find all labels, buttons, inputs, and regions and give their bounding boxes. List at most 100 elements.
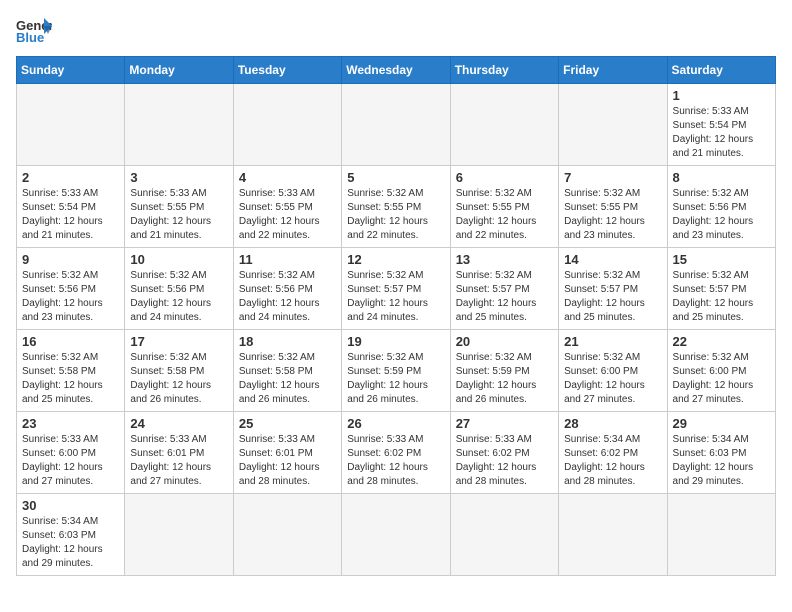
day-number: 1 (673, 88, 770, 103)
day-number: 25 (239, 416, 336, 431)
day-info: Sunrise: 5:34 AMSunset: 6:02 PMDaylight:… (564, 433, 661, 489)
day-info: Sunrise: 5:32 AMSunset: 5:56 PMDaylight:… (22, 269, 119, 325)
day-cell: 22 Sunrise: 5:32 AMSunset: 6:00 PMDaylig… (667, 330, 775, 412)
day-info: Sunrise: 5:33 AMSunset: 6:01 PMDaylight:… (239, 433, 336, 489)
day-number: 23 (22, 416, 119, 431)
day-number: 4 (239, 170, 336, 185)
day-number: 15 (673, 252, 770, 267)
day-cell: 25 Sunrise: 5:33 AMSunset: 6:01 PMDaylig… (233, 412, 341, 494)
day-cell: 6 Sunrise: 5:32 AMSunset: 5:55 PMDayligh… (450, 166, 558, 248)
day-number: 17 (130, 334, 227, 349)
day-number: 27 (456, 416, 553, 431)
day-number: 24 (130, 416, 227, 431)
day-info: Sunrise: 5:32 AMSunset: 6:00 PMDaylight:… (673, 351, 770, 407)
day-cell: 24 Sunrise: 5:33 AMSunset: 6:01 PMDaylig… (125, 412, 233, 494)
calendar-row: 30 Sunrise: 5:34 AMSunset: 6:03 PMDaylig… (17, 494, 776, 576)
empty-cell (125, 494, 233, 576)
day-number: 20 (456, 334, 553, 349)
day-number: 7 (564, 170, 661, 185)
day-number: 14 (564, 252, 661, 267)
day-cell: 21 Sunrise: 5:32 AMSunset: 6:00 PMDaylig… (559, 330, 667, 412)
day-cell: 5 Sunrise: 5:32 AMSunset: 5:55 PMDayligh… (342, 166, 450, 248)
day-info: Sunrise: 5:32 AMSunset: 5:59 PMDaylight:… (347, 351, 444, 407)
day-info: Sunrise: 5:32 AMSunset: 5:58 PMDaylight:… (22, 351, 119, 407)
calendar-row: 23 Sunrise: 5:33 AMSunset: 6:00 PMDaylig… (17, 412, 776, 494)
day-cell: 17 Sunrise: 5:32 AMSunset: 5:58 PMDaylig… (125, 330, 233, 412)
empty-cell (450, 84, 558, 166)
day-cell: 1 Sunrise: 5:33 AMSunset: 5:54 PMDayligh… (667, 84, 775, 166)
day-number: 6 (456, 170, 553, 185)
page-header: General Blue (16, 16, 776, 46)
day-number: 8 (673, 170, 770, 185)
day-number: 21 (564, 334, 661, 349)
day-number: 13 (456, 252, 553, 267)
empty-cell (559, 494, 667, 576)
day-info: Sunrise: 5:33 AMSunset: 5:54 PMDaylight:… (673, 105, 770, 161)
calendar-row: 16 Sunrise: 5:32 AMSunset: 5:58 PMDaylig… (17, 330, 776, 412)
day-cell: 8 Sunrise: 5:32 AMSunset: 5:56 PMDayligh… (667, 166, 775, 248)
calendar-table: Sunday Monday Tuesday Wednesday Thursday… (16, 56, 776, 576)
day-info: Sunrise: 5:32 AMSunset: 6:00 PMDaylight:… (564, 351, 661, 407)
day-number: 30 (22, 498, 119, 513)
day-cell: 20 Sunrise: 5:32 AMSunset: 5:59 PMDaylig… (450, 330, 558, 412)
logo-icon: General Blue (16, 16, 52, 46)
empty-cell (559, 84, 667, 166)
day-cell: 28 Sunrise: 5:34 AMSunset: 6:02 PMDaylig… (559, 412, 667, 494)
empty-cell (667, 494, 775, 576)
day-info: Sunrise: 5:32 AMSunset: 5:55 PMDaylight:… (347, 187, 444, 243)
day-cell: 12 Sunrise: 5:32 AMSunset: 5:57 PMDaylig… (342, 248, 450, 330)
day-number: 19 (347, 334, 444, 349)
day-number: 9 (22, 252, 119, 267)
day-info: Sunrise: 5:33 AMSunset: 6:02 PMDaylight:… (347, 433, 444, 489)
day-cell: 4 Sunrise: 5:33 AMSunset: 5:55 PMDayligh… (233, 166, 341, 248)
day-cell: 29 Sunrise: 5:34 AMSunset: 6:03 PMDaylig… (667, 412, 775, 494)
day-info: Sunrise: 5:32 AMSunset: 5:56 PMDaylight:… (130, 269, 227, 325)
day-info: Sunrise: 5:33 AMSunset: 6:00 PMDaylight:… (22, 433, 119, 489)
logo: General Blue (16, 16, 52, 46)
day-info: Sunrise: 5:32 AMSunset: 5:57 PMDaylight:… (347, 269, 444, 325)
header-saturday: Saturday (667, 57, 775, 84)
calendar-row: 1 Sunrise: 5:33 AMSunset: 5:54 PMDayligh… (17, 84, 776, 166)
day-info: Sunrise: 5:32 AMSunset: 5:55 PMDaylight:… (564, 187, 661, 243)
day-info: Sunrise: 5:32 AMSunset: 5:57 PMDaylight:… (673, 269, 770, 325)
day-number: 29 (673, 416, 770, 431)
day-info: Sunrise: 5:32 AMSunset: 5:58 PMDaylight:… (130, 351, 227, 407)
day-info: Sunrise: 5:33 AMSunset: 5:55 PMDaylight:… (130, 187, 227, 243)
day-info: Sunrise: 5:32 AMSunset: 5:56 PMDaylight:… (673, 187, 770, 243)
empty-cell (233, 494, 341, 576)
day-cell: 23 Sunrise: 5:33 AMSunset: 6:00 PMDaylig… (17, 412, 125, 494)
day-info: Sunrise: 5:33 AMSunset: 5:54 PMDaylight:… (22, 187, 119, 243)
header-tuesday: Tuesday (233, 57, 341, 84)
day-cell: 7 Sunrise: 5:32 AMSunset: 5:55 PMDayligh… (559, 166, 667, 248)
day-info: Sunrise: 5:32 AMSunset: 5:56 PMDaylight:… (239, 269, 336, 325)
day-number: 22 (673, 334, 770, 349)
day-number: 12 (347, 252, 444, 267)
day-cell: 19 Sunrise: 5:32 AMSunset: 5:59 PMDaylig… (342, 330, 450, 412)
header-wednesday: Wednesday (342, 57, 450, 84)
calendar-row: 9 Sunrise: 5:32 AMSunset: 5:56 PMDayligh… (17, 248, 776, 330)
header-sunday: Sunday (17, 57, 125, 84)
day-cell: 18 Sunrise: 5:32 AMSunset: 5:58 PMDaylig… (233, 330, 341, 412)
day-number: 18 (239, 334, 336, 349)
day-info: Sunrise: 5:33 AMSunset: 5:55 PMDaylight:… (239, 187, 336, 243)
day-number: 2 (22, 170, 119, 185)
header-friday: Friday (559, 57, 667, 84)
day-cell: 15 Sunrise: 5:32 AMSunset: 5:57 PMDaylig… (667, 248, 775, 330)
day-info: Sunrise: 5:33 AMSunset: 6:01 PMDaylight:… (130, 433, 227, 489)
calendar-row: 2 Sunrise: 5:33 AMSunset: 5:54 PMDayligh… (17, 166, 776, 248)
day-number: 26 (347, 416, 444, 431)
day-cell: 3 Sunrise: 5:33 AMSunset: 5:55 PMDayligh… (125, 166, 233, 248)
day-cell: 10 Sunrise: 5:32 AMSunset: 5:56 PMDaylig… (125, 248, 233, 330)
empty-cell (125, 84, 233, 166)
day-info: Sunrise: 5:32 AMSunset: 5:57 PMDaylight:… (456, 269, 553, 325)
day-info: Sunrise: 5:32 AMSunset: 5:57 PMDaylight:… (564, 269, 661, 325)
header-thursday: Thursday (450, 57, 558, 84)
empty-cell (450, 494, 558, 576)
empty-cell (342, 494, 450, 576)
day-number: 11 (239, 252, 336, 267)
header-monday: Monday (125, 57, 233, 84)
day-info: Sunrise: 5:32 AMSunset: 5:59 PMDaylight:… (456, 351, 553, 407)
day-cell: 13 Sunrise: 5:32 AMSunset: 5:57 PMDaylig… (450, 248, 558, 330)
day-cell: 27 Sunrise: 5:33 AMSunset: 6:02 PMDaylig… (450, 412, 558, 494)
day-number: 10 (130, 252, 227, 267)
